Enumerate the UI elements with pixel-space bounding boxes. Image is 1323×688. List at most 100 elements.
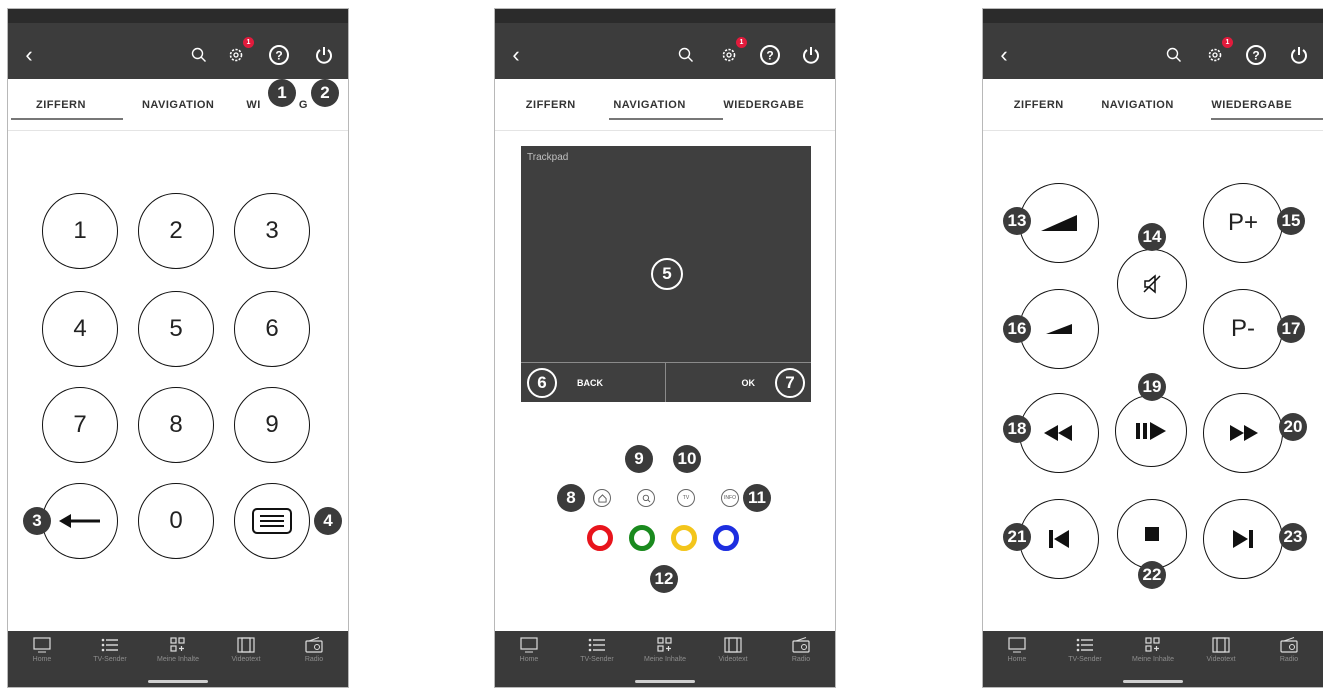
marker-22: 22 [1138,561,1166,589]
digit-1-button[interactable]: 1 [42,193,118,269]
nav-item-radio[interactable]: Radio [284,637,344,663]
green-button[interactable] [629,525,655,551]
skip-forward-button[interactable] [1203,499,1283,579]
volume-up-icon [1041,215,1077,231]
nav-item-videotext[interactable]: Videotext [216,637,276,663]
fast-forward-button[interactable] [1203,393,1283,473]
nav-label-radio: Radio [304,656,324,663]
volume-down-icon [1046,324,1072,334]
backspace-button[interactable] [42,483,118,559]
digit-3-button[interactable]: 3 [234,193,310,269]
nav-item-tv-sender[interactable]: TV-Sender [567,637,627,663]
tab-bar: ZIFFERN NAVIGATION WIEDERGABE [495,79,835,131]
digit-9-button[interactable]: 9 [234,387,310,463]
radio-icon [1280,637,1298,653]
rewind-button[interactable] [1019,393,1099,473]
nav-label-home: Home [1007,656,1027,663]
marker-17: 17 [1277,315,1305,343]
screen-navigation: ‹ 1 ? ZIFFERN NAVIGATION WIEDERGABE Trac… [494,8,836,688]
tv-button[interactable]: TV [677,489,695,507]
nav-label-tv-sender: TV-Sender [93,656,127,663]
digit-6-button[interactable]: 6 [234,291,310,367]
search-icon[interactable] [1163,43,1185,67]
nav-item-radio[interactable]: Radio [771,637,831,663]
nav-item-radio[interactable]: Radio [1259,637,1319,663]
red-button[interactable] [587,525,613,551]
channel-down-button[interactable]: P- [1203,289,1283,369]
volume-down-button[interactable] [1019,289,1099,369]
back-icon[interactable]: ‹ [20,42,38,67]
nav-item-meine-inhalte[interactable]: Meine Inhalte [148,637,208,663]
help-icon[interactable]: ? [266,43,292,67]
blue-button[interactable] [713,525,739,551]
marker-10: 10 [673,445,701,473]
digit-5-button[interactable]: 5 [138,291,214,367]
nav-item-tv-sender[interactable]: TV-Sender [1055,637,1115,663]
digit-8-button[interactable]: 8 [138,387,214,463]
nav-item-videotext[interactable]: Videotext [703,637,763,663]
home-indicator [1123,680,1183,683]
nav-item-home[interactable]: Home [12,637,72,663]
channel-up-button[interactable]: P+ [1203,183,1283,263]
info-button[interactable]: INFO [721,489,739,507]
power-icon[interactable] [1287,43,1311,67]
back-button[interactable]: 6 BACK [521,362,666,402]
back-icon[interactable]: ‹ [507,42,525,67]
digit-0-button[interactable]: 0 [138,483,214,559]
help-icon[interactable]: ? [757,43,783,67]
svg-text:?: ? [275,49,282,63]
home-indicator [635,680,695,683]
power-icon[interactable] [312,43,336,67]
help-icon[interactable]: ? [1243,43,1269,67]
search-button[interactable] [637,489,655,507]
tab-navigation[interactable]: NAVIGATION [1101,99,1173,111]
stop-button[interactable] [1117,499,1187,569]
tab-underline [1211,118,1323,120]
marker-4: 4 [314,507,342,535]
trackpad[interactable]: Trackpad 5 6 BACK OK 7 [521,146,811,402]
digit-4-button[interactable]: 4 [42,291,118,367]
nav-item-home[interactable]: Home [499,637,559,663]
play-pause-button[interactable] [1115,395,1187,467]
tab-ziffern[interactable]: ZIFFERN [526,99,576,111]
gear-icon[interactable]: 1 [224,37,254,67]
home-button[interactable] [593,489,611,507]
marker-3: 3 [23,507,51,535]
gear-icon[interactable]: 1 [717,37,747,67]
tab-wiedergabe[interactable]: WIEDERGABE [723,99,804,111]
skip-back-button[interactable] [1019,499,1099,579]
tab-ziffern[interactable]: ZIFFERN [1014,99,1064,111]
notification-badge: 1 [736,37,747,48]
tab-navigation[interactable]: NAVIGATION [613,99,685,111]
volume-up-button[interactable] [1019,183,1099,263]
nav-item-meine-inhalte[interactable]: Meine Inhalte [635,637,695,663]
nav-label-videotext: Videotext [718,656,748,663]
search-icon[interactable] [188,43,210,67]
nav-item-videotext[interactable]: Videotext [1191,637,1251,663]
teletext-button[interactable] [234,483,310,559]
marker-14: 14 [1138,223,1166,251]
back-icon[interactable]: ‹ [995,42,1013,67]
mute-button[interactable] [1117,249,1187,319]
nav-item-meine-inhalte[interactable]: Meine Inhalte [1123,637,1183,663]
tab-wiedergabe[interactable]: WIEDERGABE [1211,99,1292,111]
gear-icon[interactable]: 1 [1203,37,1233,67]
digit-7-button[interactable]: 7 [42,387,118,463]
tab-navigation[interactable]: NAVIGATION [142,99,214,111]
tab-ziffern[interactable]: ZIFFERN [36,99,86,111]
home-icon [1008,637,1026,653]
film-icon [724,637,742,653]
radio-icon [792,637,810,653]
home-icon [33,637,51,653]
nav-item-home[interactable]: Home [987,637,1047,663]
ok-button[interactable]: OK 7 [666,362,811,402]
yellow-button[interactable] [671,525,697,551]
tab-wiedergabe-end: G [298,98,308,111]
nav-item-tv-sender[interactable]: TV-Sender [80,637,140,663]
digit-2-button[interactable]: 2 [138,193,214,269]
marker-16: 16 [1003,315,1031,343]
teletext-icon [252,508,292,534]
skip-forward-icon [1233,530,1253,548]
search-icon[interactable] [675,43,697,67]
power-icon[interactable] [799,43,823,67]
